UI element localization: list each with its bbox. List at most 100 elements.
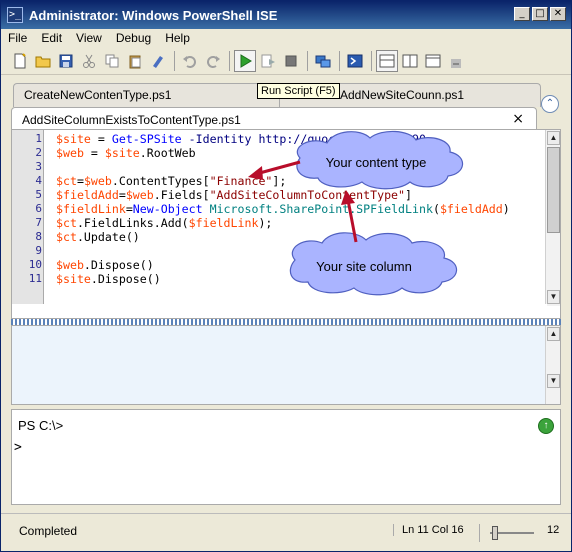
zoom-value: 12 [547, 524, 560, 536]
maximize-button[interactable]: □ [532, 7, 548, 21]
clear-icon[interactable] [147, 50, 169, 72]
minimize-button[interactable]: _ [514, 7, 530, 21]
redo-icon[interactable] [202, 50, 224, 72]
code-token: -Identity [181, 132, 259, 146]
menu-edit[interactable]: Edit [34, 31, 69, 45]
title-bar[interactable]: >_ Administrator: Windows PowerShell ISE… [1, 1, 571, 29]
code-token: ) [502, 202, 510, 216]
remote-icon[interactable] [312, 50, 334, 72]
undo-icon[interactable] [179, 50, 201, 72]
line-number: 4 [35, 174, 42, 187]
code-line[interactable] [56, 160, 510, 174]
line-number: 6 [35, 202, 42, 215]
code-token: = [118, 188, 126, 202]
code-token: .Dispose() [83, 258, 154, 272]
copy-icon[interactable] [101, 50, 123, 72]
code-token: Microsoft.SharePoint.SPFieldLink [202, 202, 433, 216]
editor-vertical-scrollbar[interactable]: ▲ ▼ [545, 130, 560, 306]
run-icon[interactable] [234, 49, 256, 72]
code-line[interactable]: $ct.Update() [56, 230, 510, 244]
status-text: Completed [19, 524, 78, 538]
code-token: New-Object [132, 202, 203, 216]
code-token: "Finance" [209, 174, 273, 188]
code-token: $site [104, 146, 140, 160]
code-line[interactable] [56, 244, 510, 258]
run-command-icon[interactable]: ↑ [538, 418, 554, 434]
close-button[interactable]: ✕ [550, 7, 566, 21]
code-line[interactable]: $site.Dispose() [56, 272, 510, 286]
line-number: 10 [28, 258, 42, 271]
scroll-up-icon[interactable]: ▲ [547, 131, 560, 145]
code-token: $web [125, 188, 154, 202]
code-token: = [125, 202, 133, 216]
scroll-down-icon[interactable]: ▼ [547, 290, 560, 304]
code-token: $web [83, 174, 112, 188]
new-icon[interactable] [9, 50, 31, 72]
paste-icon[interactable] [124, 50, 146, 72]
stop-icon[interactable] [280, 50, 302, 72]
window-title: Administrator: Windows PowerShell ISE [29, 7, 278, 23]
code-token: ] [405, 188, 413, 202]
code-token: ); [258, 216, 273, 230]
tab-create-new-content-type[interactable]: CreateNewContenType.ps1 [13, 83, 281, 107]
powershell-app-icon: >_ [7, 7, 23, 23]
toolbar [1, 47, 571, 75]
line-number: 11 [28, 272, 42, 285]
code-token: $fieldLink [188, 216, 259, 230]
toolbar-separator [174, 50, 175, 71]
menu-file[interactable]: File [1, 31, 34, 45]
code-token: $ct [56, 216, 77, 230]
code-token: .RootWeb [139, 146, 196, 160]
line-number: 8 [35, 230, 42, 243]
scroll-down-icon[interactable]: ▼ [547, 374, 560, 388]
tab-add-site-column-exists[interactable]: AddSiteColumnExistsToContentType.ps1 × [11, 107, 537, 131]
code-token: Get-SPSite [111, 132, 182, 146]
code-token: = [83, 146, 105, 160]
scroll-thumb[interactable] [547, 147, 560, 233]
toolbar-separator [307, 50, 308, 71]
zoom-slider[interactable] [479, 524, 539, 542]
code-line[interactable]: $web.Dispose() [56, 258, 510, 272]
code-line[interactable]: $ct.FieldLinks.Add($fieldLink); [56, 216, 510, 230]
code-token: $fieldAdd [56, 188, 119, 202]
script-editor[interactable]: 1 2 3 4 5 6 7 8 9 10 11 $site = Get-SPSite -Identi… [11, 129, 561, 319]
scroll-up-icon[interactable]: ▲ [547, 327, 560, 341]
code-line[interactable]: $web = $site.RootWeb [56, 146, 510, 160]
line-numbers: 1 2 3 4 5 6 7 8 9 10 11 [12, 132, 42, 286]
code-token: $ct [56, 174, 77, 188]
editor-horizontal-scrollbar[interactable] [12, 304, 547, 318]
cursor-position: Ln 11 Col 16 [393, 524, 464, 536]
code-token: .FieldLinks.Add( [76, 216, 189, 230]
output-pane[interactable]: ▲ ▼ [11, 325, 561, 405]
zoom-knob[interactable] [492, 526, 498, 540]
output-vertical-scrollbar[interactable]: ▲ ▼ [545, 326, 560, 404]
menu-debug[interactable]: Debug [109, 31, 158, 45]
command-pane[interactable]: PS C:\> > ↑ [11, 409, 561, 505]
toolbar-overflow-icon[interactable] [445, 50, 467, 72]
menu-view[interactable]: View [69, 31, 109, 45]
layout-right-icon[interactable] [399, 50, 421, 72]
run-selection-icon[interactable] [257, 50, 279, 72]
code-line[interactable]: $fieldAdd=$web.Fields["AddSiteColumnToCo… [56, 188, 510, 202]
command-input[interactable]: > [14, 440, 22, 455]
line-number: 2 [35, 146, 42, 159]
powershell-icon[interactable] [344, 50, 366, 72]
menu-help[interactable]: Help [158, 31, 197, 45]
code-line[interactable]: $ct=$web.ContentTypes["Finance"]; [56, 174, 510, 188]
code-token: ( [432, 202, 440, 216]
code-line[interactable]: $fieldLink=New-Object Microsoft.SharePoi… [56, 202, 510, 216]
save-icon[interactable] [55, 50, 77, 72]
code-token: $web [56, 146, 84, 160]
menu-bar: File Edit View Debug Help [1, 29, 571, 47]
collapse-script-pane-icon[interactable]: ⌃ [541, 95, 559, 113]
code-line[interactable]: $site = Get-SPSite -Identity http://quoc… [56, 132, 510, 146]
layout-max-icon[interactable] [422, 50, 444, 72]
tab-close-icon[interactable]: × [512, 111, 524, 127]
script-code[interactable]: $site = Get-SPSite -Identity http://quoc… [56, 132, 510, 286]
line-number-gutter: 1 2 3 4 5 6 7 8 9 10 11 [12, 130, 44, 306]
line-number: 7 [35, 216, 42, 229]
code-token: http://quochung-axioo:90 [258, 132, 426, 146]
layout-top-icon[interactable] [376, 49, 398, 72]
open-icon[interactable] [32, 50, 54, 72]
cut-icon[interactable] [78, 50, 100, 72]
